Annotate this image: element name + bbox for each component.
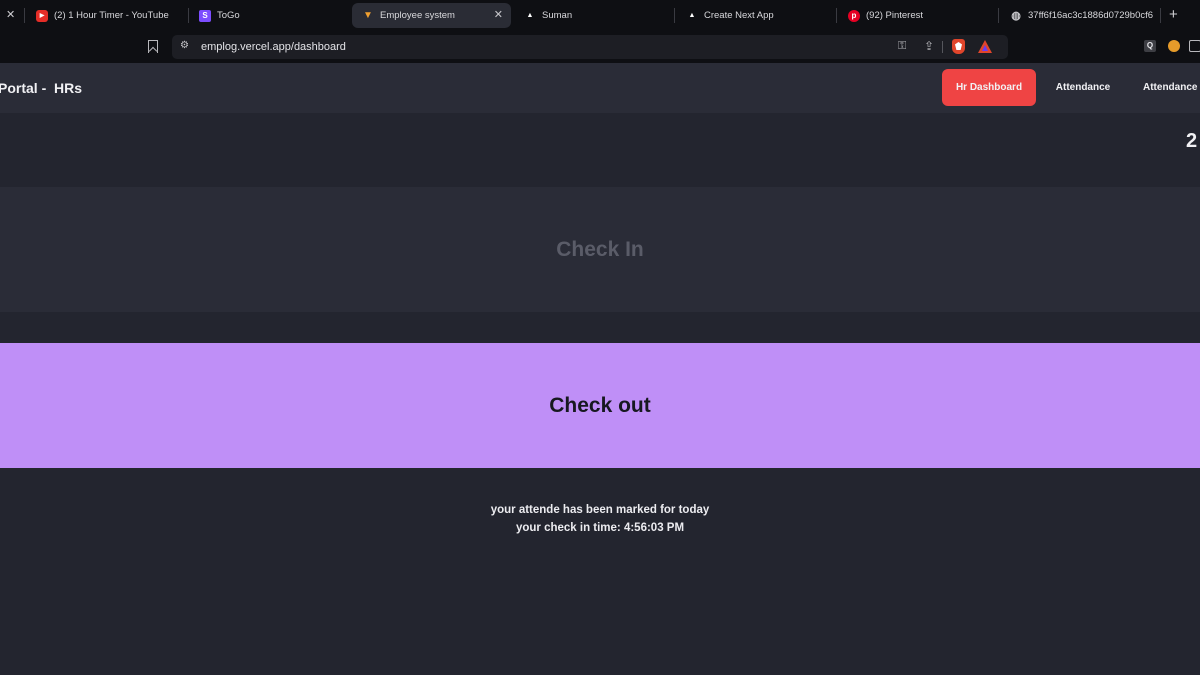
attendance-message: your attende has been marked for today y…: [0, 501, 1200, 537]
tab-togo[interactable]: S ToGo: [199, 3, 339, 28]
check-in-button[interactable]: Check In: [0, 187, 1200, 312]
tab-separator: [188, 8, 189, 23]
browser-window: ✕ ▶ (2) 1 Hour Timer - YouTube S ToGo ▼ …: [0, 0, 1200, 675]
close-icon[interactable]: ✕: [494, 8, 503, 21]
tab-title: 37ff6f16ac3c1886d0729b0cf6: [1028, 10, 1154, 21]
app-header: Portal - HRs Hr Dashboard Attendance Att…: [0, 63, 1200, 113]
youtube-icon: ▶: [36, 9, 48, 22]
tab-title: Suman: [542, 10, 573, 21]
address-bar-row: ⚙ emplog.vercel.app/dashboard ⚿ ⇪ Q: [0, 31, 1200, 63]
tab-title: Employee system: [380, 10, 455, 21]
check-out-button[interactable]: Check out: [0, 343, 1200, 468]
tab-youtube[interactable]: ▶ (2) 1 Hour Timer - YouTube: [36, 3, 186, 28]
tab-suman[interactable]: ▲ Suman: [524, 3, 664, 28]
tab-title: Create Next App: [704, 10, 774, 21]
share-icon[interactable]: ⇪: [924, 39, 934, 53]
employee-system-icon: ▼: [363, 10, 373, 21]
tab-title: (2) 1 Hour Timer - YouTube: [54, 10, 169, 21]
nav-attendance[interactable]: Attendance: [1047, 69, 1119, 106]
new-tab-icon[interactable]: +: [1169, 6, 1178, 23]
close-icon[interactable]: ✕: [6, 8, 15, 21]
tab-separator: [674, 8, 675, 23]
url-text[interactable]: emplog.vercel.app/dashboard: [201, 41, 346, 53]
cookie-extension-icon[interactable]: [1168, 40, 1180, 52]
tab-employee-system[interactable]: ▼ Employee system ✕: [352, 3, 511, 28]
vercel-icon: ▲: [688, 12, 696, 19]
tab-title: (92) Pinterest: [866, 10, 924, 21]
tab-title: ToGo: [217, 10, 240, 21]
vercel-icon: ▲: [526, 12, 534, 19]
extensions-puzzle-icon[interactable]: [1189, 40, 1200, 52]
tab-separator: [1160, 8, 1161, 23]
tab-separator: [836, 8, 837, 23]
togo-icon: S: [199, 9, 211, 22]
globe-icon: ◍: [1011, 10, 1021, 22]
key-icon[interactable]: ⚿: [898, 40, 906, 53]
tab-hash[interactable]: ◍ 37ff6f16ac3c1886d0729b0cf6: [1010, 3, 1154, 28]
extension-q-icon[interactable]: Q: [1144, 40, 1156, 52]
app-page: Portal - HRs Hr Dashboard Attendance Att…: [0, 63, 1200, 675]
tab-separator: [998, 8, 999, 23]
check-in-time-text: your check in time: 4:56:03 PM: [515, 522, 685, 534]
attendance-marked-text: your attende has been marked for today: [490, 504, 710, 516]
bookmark-icon[interactable]: [148, 40, 158, 53]
tab-pinterest[interactable]: p (92) Pinterest: [848, 3, 988, 28]
address-bar[interactable]: ⚙ emplog.vercel.app/dashboard ⚿ ⇪: [172, 35, 1008, 59]
nav-attendance-2[interactable]: Attendance: [1134, 69, 1200, 106]
site-settings-icon[interactable]: ⚙: [180, 40, 189, 51]
brand-title: Portal - HRs: [0, 80, 83, 96]
tab-create-next-app[interactable]: ▲ Create Next App: [686, 3, 826, 28]
brave-rewards-icon[interactable]: [978, 40, 992, 53]
divider: [942, 41, 943, 53]
tab-strip: ✕ ▶ (2) 1 Hour Timer - YouTube S ToGo ▼ …: [0, 0, 1200, 31]
brave-shields-icon[interactable]: [952, 39, 965, 54]
pinterest-icon: p: [848, 9, 860, 22]
corner-number: 2: [1186, 130, 1198, 152]
nav-hr-dashboard[interactable]: Hr Dashboard: [942, 69, 1036, 106]
tab-separator: [24, 8, 25, 23]
